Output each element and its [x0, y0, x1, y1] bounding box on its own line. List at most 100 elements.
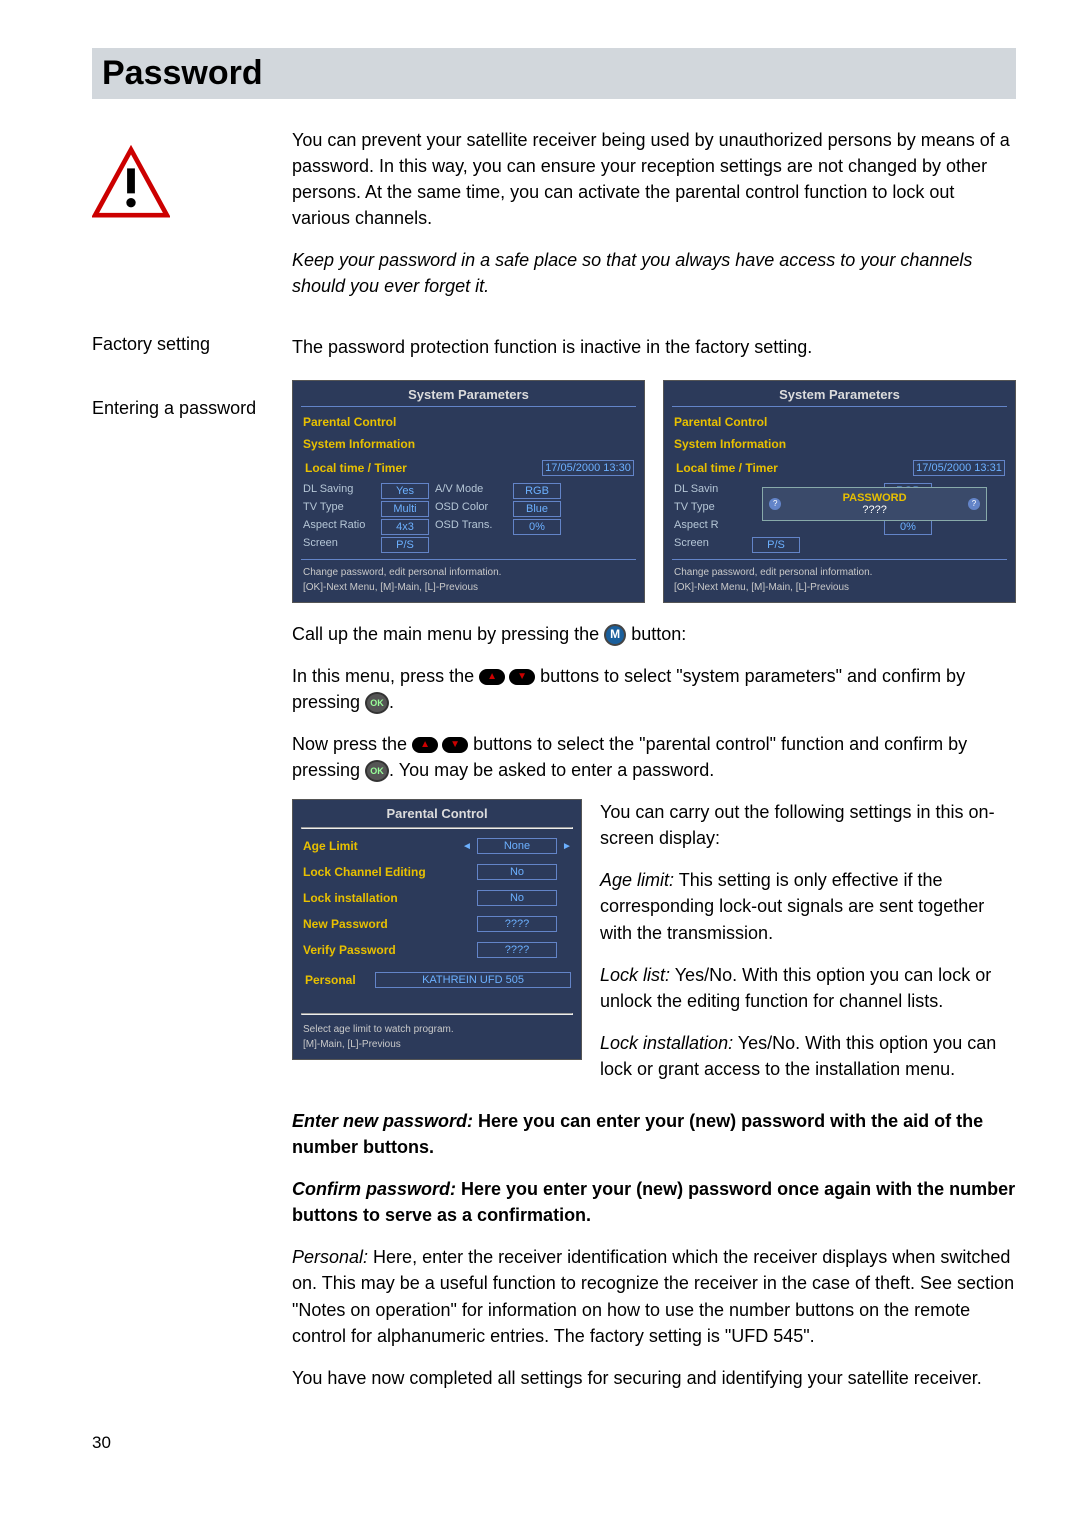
enter-new-password-label: Enter new password:	[292, 1111, 473, 1131]
osd1-osdcolor-value: Blue	[513, 501, 561, 517]
intro-paragraph-1: You can prevent your satellite receiver …	[292, 127, 1016, 231]
step2-a: In this menu, press the	[292, 666, 479, 686]
osd1-system-information: System Information	[301, 433, 636, 455]
lock-icon: ?	[769, 498, 781, 510]
osd1-screen-value: P/S	[381, 537, 429, 553]
personal-label: Personal:	[292, 1247, 368, 1267]
factory-text: The password protection function is inac…	[292, 334, 1016, 360]
osd2-parental-control: Parental Control	[672, 411, 1007, 433]
pc-lce-label: Lock Channel Editing	[301, 861, 457, 883]
osd1-dlsaving-label: DL Saving	[303, 483, 375, 499]
section-title-bar: Password	[92, 48, 1016, 99]
left-column-1	[92, 127, 282, 316]
step-3: Now press the ▲ ▼ buttons to select the …	[292, 731, 1016, 783]
pc-personal-value: KATHREIN UFD 505	[375, 972, 571, 988]
pc-title: Parental Control	[301, 806, 573, 821]
right-arrow-icon: ►	[561, 841, 573, 852]
intro-block: You can prevent your satellite receiver …	[292, 127, 1016, 316]
lock-list-label: Lock list:	[600, 965, 670, 985]
arrow-buttons-1: ▲ ▼	[479, 669, 535, 685]
osd-screens-row: System Parameters Parental Control Syste…	[292, 380, 1016, 603]
step3-c: . You may be asked to enter a password.	[389, 760, 714, 780]
personal-desc: Personal: Here, enter the receiver ident…	[292, 1244, 1016, 1348]
pc-vp-label: Verify Password	[301, 939, 457, 961]
manual-page: Password You can prevent your satellite …	[0, 0, 1080, 1525]
lock-list-desc: Lock list: Yes/No. With this option you …	[600, 962, 1016, 1014]
pc-age-value: None	[477, 838, 557, 854]
osd2-local-time-value: 17/05/2000 13:31	[913, 460, 1005, 476]
pc-vp-value: ????	[477, 942, 557, 958]
pc-lce-value: No	[477, 864, 557, 880]
osd1-dlsaving-value: Yes	[381, 483, 429, 499]
personal-text: Here, enter the receiver identification …	[292, 1247, 1014, 1345]
osd1-local-time-value: 17/05/2000 13:30	[542, 460, 634, 476]
osd2-screen-value: P/S	[752, 537, 800, 553]
ok-button-icon-2: OK	[365, 760, 389, 782]
osd2-title: System Parameters	[672, 387, 1007, 402]
osd2-aspect-label: Aspect R	[674, 519, 746, 535]
osd-system-parameters-2: System Parameters Parental Control Syste…	[663, 380, 1016, 603]
osd2-foot1: Change password, edit personal informati…	[672, 564, 1007, 579]
step1-a: Call up the main menu by pressing the	[292, 624, 604, 644]
osd2-screen-label: Screen	[674, 537, 746, 553]
pc-age-label: Age Limit	[301, 835, 457, 857]
osd1-avmode-value: RGB	[513, 483, 561, 499]
enter-new-password-desc: Enter new password: Here you can enter y…	[292, 1108, 1016, 1160]
osd2-local-time-label: Local time / Timer	[674, 457, 913, 479]
pc-np-label: New Password	[301, 913, 457, 935]
age-limit-desc: Age limit: This setting is only effectiv…	[600, 867, 1016, 945]
parental-control-row: Parental Control Age Limit ◄ None ► Lock…	[292, 799, 1016, 1098]
arrow-down-icon-2: ▼	[442, 737, 468, 753]
age-limit-label: Age limit:	[600, 870, 674, 890]
step3-a: Now press the	[292, 734, 412, 754]
left-column-2: Factory setting	[92, 316, 282, 376]
osd1-avmode-label: A/V Mode	[435, 483, 507, 499]
entering-heading: Entering a password	[92, 398, 282, 419]
step-2: In this menu, press the ▲ ▼ buttons to s…	[292, 663, 1016, 715]
lock-install-label: Lock installation:	[600, 1033, 733, 1053]
left-column-3: Entering a password	[92, 376, 282, 1407]
osd1-osdtrans-label: OSD Trans.	[435, 519, 507, 535]
osd1-grid: DL Saving Yes A/V Mode RGB TV Type Multi…	[301, 481, 636, 555]
osd1-aspect-value: 4x3	[381, 519, 429, 535]
osd-system-parameters-1: System Parameters Parental Control Syste…	[292, 380, 645, 603]
osd1-tvtype-value: Multi	[381, 501, 429, 517]
page-number: 30	[92, 1433, 1016, 1453]
section-title: Password	[102, 54, 1006, 93]
pc-personal-label: Personal	[303, 969, 375, 991]
osd1-tvtype-label: TV Type	[303, 501, 375, 517]
done-text: You have now completed all settings for …	[292, 1365, 1016, 1391]
osd1-osdtrans-value: 0%	[513, 519, 561, 535]
arrow-up-icon-2: ▲	[412, 737, 438, 753]
left-arrow-icon: ◄	[461, 841, 473, 852]
arrow-up-icon: ▲	[479, 669, 505, 685]
step1-b: button:	[631, 624, 686, 644]
osd1-foot2: [OK]-Next Menu, [M]-Main, [L]-Previous	[301, 579, 636, 594]
osd-parental-control: Parental Control Age Limit ◄ None ► Lock…	[292, 799, 582, 1060]
osd2-osdtrans-value: 0%	[884, 519, 932, 535]
settings-intro: You can carry out the following settings…	[600, 799, 1016, 851]
arrow-buttons-2: ▲ ▼	[412, 737, 468, 753]
pc-li-value: No	[477, 890, 557, 906]
arrow-down-icon: ▼	[509, 669, 535, 685]
entering-block: System Parameters Parental Control Syste…	[292, 376, 1016, 1407]
osd2-dlsaving-label: DL Savin	[674, 483, 746, 499]
osd1-local-time-label: Local time / Timer	[303, 457, 542, 479]
password-label: PASSWORD	[843, 492, 907, 504]
confirm-password-label: Confirm password:	[292, 1179, 456, 1199]
lock-install-desc: Lock installation: Yes/No. With this opt…	[600, 1030, 1016, 1082]
attention-icon	[92, 145, 170, 223]
settings-description: You can carry out the following settings…	[600, 799, 1016, 1098]
osd2-foot2: [OK]-Next Menu, [M]-Main, [L]-Previous	[672, 579, 1007, 594]
osd1-title: System Parameters	[301, 387, 636, 402]
confirm-password-desc: Confirm password: Here you enter your (n…	[292, 1176, 1016, 1228]
password-overlay: ? PASSWORD ???? ?	[762, 487, 987, 521]
step2-c: .	[389, 692, 394, 712]
osd1-parental-control: Parental Control	[301, 411, 636, 433]
lock-icon-2: ?	[968, 498, 980, 510]
step-1: Call up the main menu by pressing the M …	[292, 621, 1016, 647]
osd2-system-information: System Information	[672, 433, 1007, 455]
osd2-tvtype-label: TV Type	[674, 501, 746, 517]
osd1-aspect-label: Aspect Ratio	[303, 519, 375, 535]
pc-li-label: Lock installation	[301, 887, 457, 909]
